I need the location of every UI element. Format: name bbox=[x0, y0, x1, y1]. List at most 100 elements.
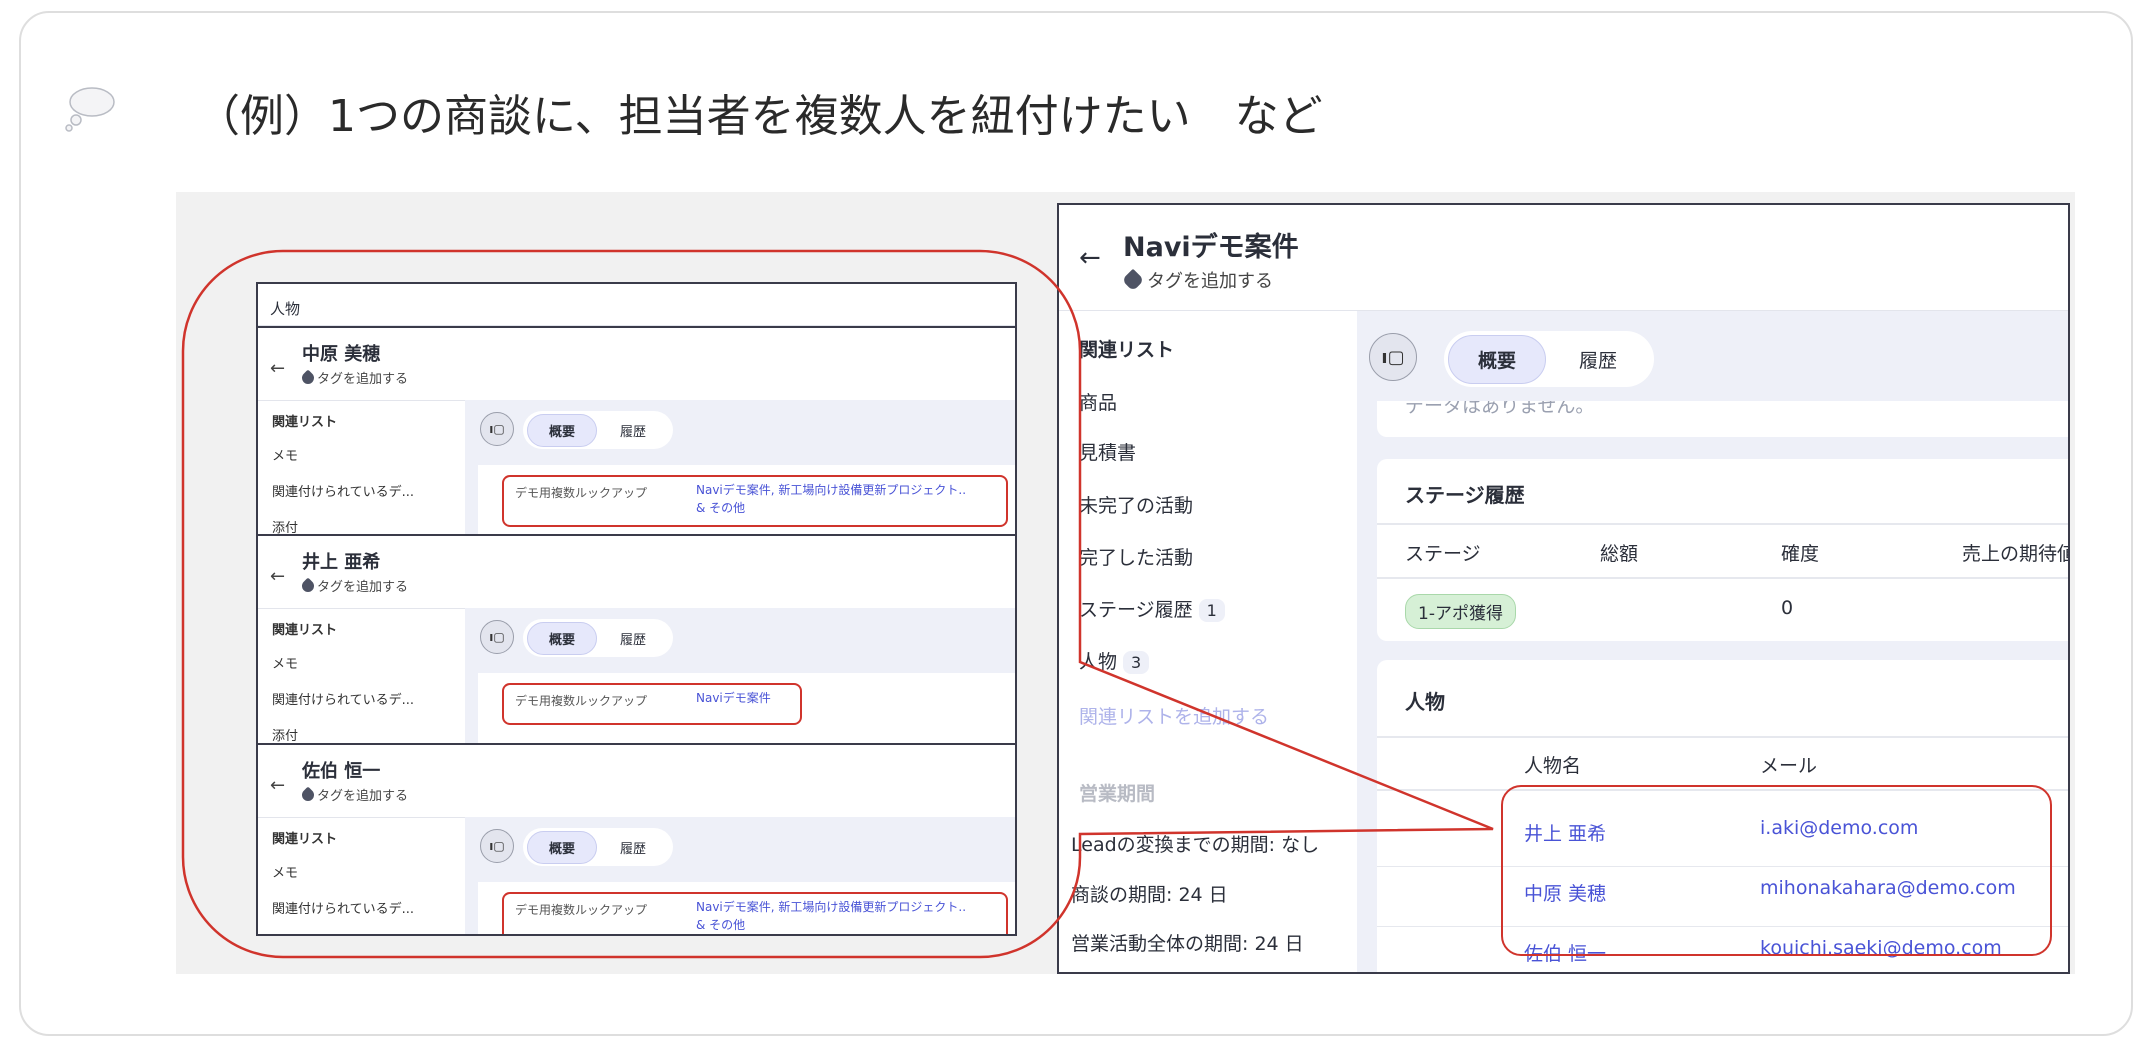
tab-overview[interactable]: 概要 bbox=[527, 413, 597, 447]
sidebar-item-label: ステージ履歴 bbox=[1079, 599, 1193, 621]
related-list-heading: 関連リスト bbox=[272, 623, 338, 638]
sidebar-item-stage-history[interactable]: ステージ履歴 1 bbox=[1079, 595, 1225, 622]
record-title: Naviデモ案件 bbox=[1123, 232, 1299, 263]
sales-period-heading: 営業期間 bbox=[1079, 783, 1156, 805]
tab-bar: 概要 履歴 bbox=[523, 828, 673, 866]
stage-history-card: ステージ履歴 ステージ 総額 確度 売上の期待値 1-アポ獲得 0 bbox=[1377, 459, 2068, 641]
tag-icon bbox=[299, 786, 317, 803]
person-record: ← 佐伯 恒一 タグを追加する 関連リスト メモ 関連付けられているデ... 添… bbox=[258, 743, 1015, 936]
back-arrow-icon[interactable]: ← bbox=[270, 566, 285, 587]
add-related-list-link[interactable]: 関連リストを追加する bbox=[1079, 702, 1269, 729]
sidebar-item-label: 人物 bbox=[1079, 651, 1118, 673]
related-list-sidebar: 関連リスト メモ 関連付けられているデ... 添付 bbox=[258, 400, 465, 534]
tag-icon bbox=[1121, 268, 1145, 292]
lookup-value[interactable]: Naviデモ案件, 新工場向け設備更新プロジェクト.. bbox=[696, 481, 966, 499]
column-header: 確度 bbox=[1781, 543, 1820, 565]
sidebar-item-memo[interactable]: メモ bbox=[272, 862, 298, 881]
sidebar-item-attachments[interactable]: 添付 bbox=[272, 725, 298, 743]
lookup-field-value[interactable]: Naviデモ案件, 新工場向け設備更新プロジェクト.. & その他 bbox=[696, 898, 966, 934]
people-records-panel: 人物 ← 中原 美穂 タグを追加する 関連リスト メモ 関連付けられているデ..… bbox=[256, 282, 1017, 936]
panel-toggle-icon[interactable]: ı▢ bbox=[1369, 333, 1417, 381]
sidebar-item-attachments[interactable]: 添付 bbox=[272, 517, 298, 534]
related-list-sidebar: 関連リスト メモ 関連付けられているデ... 添付 bbox=[258, 608, 465, 743]
person-name: 中原 美穂 bbox=[302, 344, 381, 365]
thought-bubble-icon bbox=[65, 87, 115, 132]
sidebar-item-open-activities[interactable]: 未完了の活動 bbox=[1079, 491, 1193, 518]
panel-header: 人物 bbox=[258, 284, 1015, 326]
tab-overview[interactable]: 概要 bbox=[1448, 334, 1546, 384]
stage-history-title: ステージ履歴 bbox=[1405, 483, 1525, 507]
tab-bar: 概要 履歴 bbox=[523, 411, 673, 449]
sidebar-item-linked[interactable]: 関連付けられているデ... bbox=[272, 481, 414, 500]
sidebar-item-linked[interactable]: 関連付けられているデ... bbox=[272, 898, 414, 917]
page-heading: （例）1つの商談に、担当者を複数人を紐付けたい など bbox=[196, 91, 1323, 142]
sidebar-item-products[interactable]: 商品 bbox=[1079, 388, 1117, 415]
add-tag-button[interactable]: タグを追加する bbox=[1121, 267, 1273, 293]
add-tag-label: タグを追加する bbox=[1147, 271, 1273, 292]
tag-icon bbox=[299, 577, 317, 594]
lookup-value[interactable]: Naviデモ案件 bbox=[696, 689, 771, 707]
tab-history[interactable]: 履歴 bbox=[597, 623, 669, 654]
person-name: 井上 亜希 bbox=[302, 552, 381, 573]
tab-overview[interactable]: 概要 bbox=[527, 621, 597, 655]
lookup-more-link[interactable]: & その他 bbox=[696, 499, 966, 517]
count-badge: 3 bbox=[1123, 651, 1150, 674]
back-arrow-icon[interactable]: ← bbox=[1079, 243, 1101, 273]
main-content: ı▢ 概要 履歴 デモ用複数ルックアップ Naviデモ案件 bbox=[465, 608, 1015, 743]
main-content: ı▢ 概要 履歴 デモ用複数ルックアップ Naviデモ案件, 新工場向け設備更新… bbox=[465, 817, 1015, 934]
sidebar-item-memo[interactable]: メモ bbox=[272, 653, 298, 672]
lookup-field-value[interactable]: Naviデモ案件, 新工場向け設備更新プロジェクト.. & その他 bbox=[696, 481, 966, 517]
tab-bar: 概要 履歴 bbox=[523, 619, 673, 657]
tab-history[interactable]: 履歴 bbox=[597, 415, 669, 446]
period-lead-conversion: Leadの変換までの期間: なし bbox=[1071, 834, 1320, 856]
sidebar-item-people[interactable]: 人物 3 bbox=[1079, 647, 1150, 674]
add-tag-button[interactable]: タグを追加する bbox=[299, 576, 409, 595]
lookup-value[interactable]: Naviデモ案件, 新工場向け設備更新プロジェクト.. bbox=[696, 898, 966, 916]
sidebar-item-attachments[interactable]: 添付 bbox=[272, 934, 298, 936]
main-content: ı▢ 概要 履歴 デモ用複数ルックアップ Naviデモ案件, 新工場向け設備更新… bbox=[465, 400, 1015, 534]
probability-cell: 0 bbox=[1781, 597, 1794, 619]
sidebar-item-quotes[interactable]: 見積書 bbox=[1079, 438, 1136, 465]
lookup-field-label: デモ用複数ルックアップ bbox=[515, 486, 648, 500]
related-list-heading: 関連リスト bbox=[272, 415, 338, 430]
person-name: 佐伯 恒一 bbox=[302, 761, 381, 782]
related-list-sidebar: 関連リスト 商品 見積書 未完了の活動 完了した活動 ステージ履歴 1 人物 3 関… bbox=[1059, 311, 1357, 972]
related-list-heading: 関連リスト bbox=[1079, 339, 1175, 361]
add-tag-label: タグを追加する bbox=[317, 789, 409, 804]
lookup-field-label: デモ用複数ルックアップ bbox=[515, 903, 648, 917]
sidebar-item-linked[interactable]: 関連付けられているデ... bbox=[272, 689, 414, 708]
sidebar-item-memo[interactable]: メモ bbox=[272, 445, 298, 464]
tab-history[interactable]: 履歴 bbox=[1546, 336, 1650, 383]
related-list-heading: 関連リスト bbox=[272, 832, 338, 847]
person-record: ← 井上 亜希 タグを追加する 関連リスト メモ 関連付けられているデ... 添… bbox=[258, 534, 1015, 743]
add-tag-button[interactable]: タグを追加する bbox=[299, 785, 409, 804]
lookup-more-link[interactable]: & その他 bbox=[696, 916, 966, 934]
add-tag-label: タグを追加する bbox=[317, 372, 409, 387]
people-title: 人物 bbox=[1405, 690, 1445, 714]
back-arrow-icon[interactable]: ← bbox=[270, 775, 285, 796]
period-total: 営業活動全体の期間: 24 日 bbox=[1071, 933, 1304, 955]
empty-text: データはありません。 bbox=[1405, 401, 1595, 417]
panel-toggle-icon[interactable]: ı▢ bbox=[480, 620, 514, 654]
lookup-field-label: デモ用複数ルックアップ bbox=[515, 694, 648, 708]
sidebar-item-closed-activities[interactable]: 完了した活動 bbox=[1079, 543, 1193, 570]
stage-badge: 1-アポ獲得 bbox=[1405, 594, 1516, 629]
panel-toggle-icon[interactable]: ı▢ bbox=[480, 412, 514, 446]
period-deal: 商談の期間: 24 日 bbox=[1071, 884, 1228, 906]
related-list-sidebar: 関連リスト メモ 関連付けられているデ... 添付 bbox=[258, 817, 465, 936]
column-header: ステージ bbox=[1405, 543, 1481, 565]
column-header: メール bbox=[1760, 755, 1818, 777]
people-highlight bbox=[1501, 785, 2052, 956]
tab-overview[interactable]: 概要 bbox=[527, 830, 597, 864]
add-tag-button[interactable]: タグを追加する bbox=[299, 368, 409, 387]
tab-history[interactable]: 履歴 bbox=[597, 832, 669, 863]
add-tag-label: タグを追加する bbox=[317, 580, 409, 595]
person-record: ← 中原 美穂 タグを追加する 関連リスト メモ 関連付けられているデ... 添… bbox=[258, 326, 1015, 534]
lookup-field-value[interactable]: Naviデモ案件 bbox=[696, 689, 771, 707]
deal-record-panel: ← Naviデモ案件 タグを追加する 関連リスト 商品 見積書 未完了の活動 完… bbox=[1057, 203, 2070, 974]
tag-icon bbox=[299, 369, 317, 386]
panel-toggle-icon[interactable]: ı▢ bbox=[480, 829, 514, 863]
back-arrow-icon[interactable]: ← bbox=[270, 358, 285, 379]
column-header: 売上の期待値 bbox=[1962, 543, 2070, 565]
tab-bar: 概要 履歴 bbox=[1444, 331, 1654, 387]
